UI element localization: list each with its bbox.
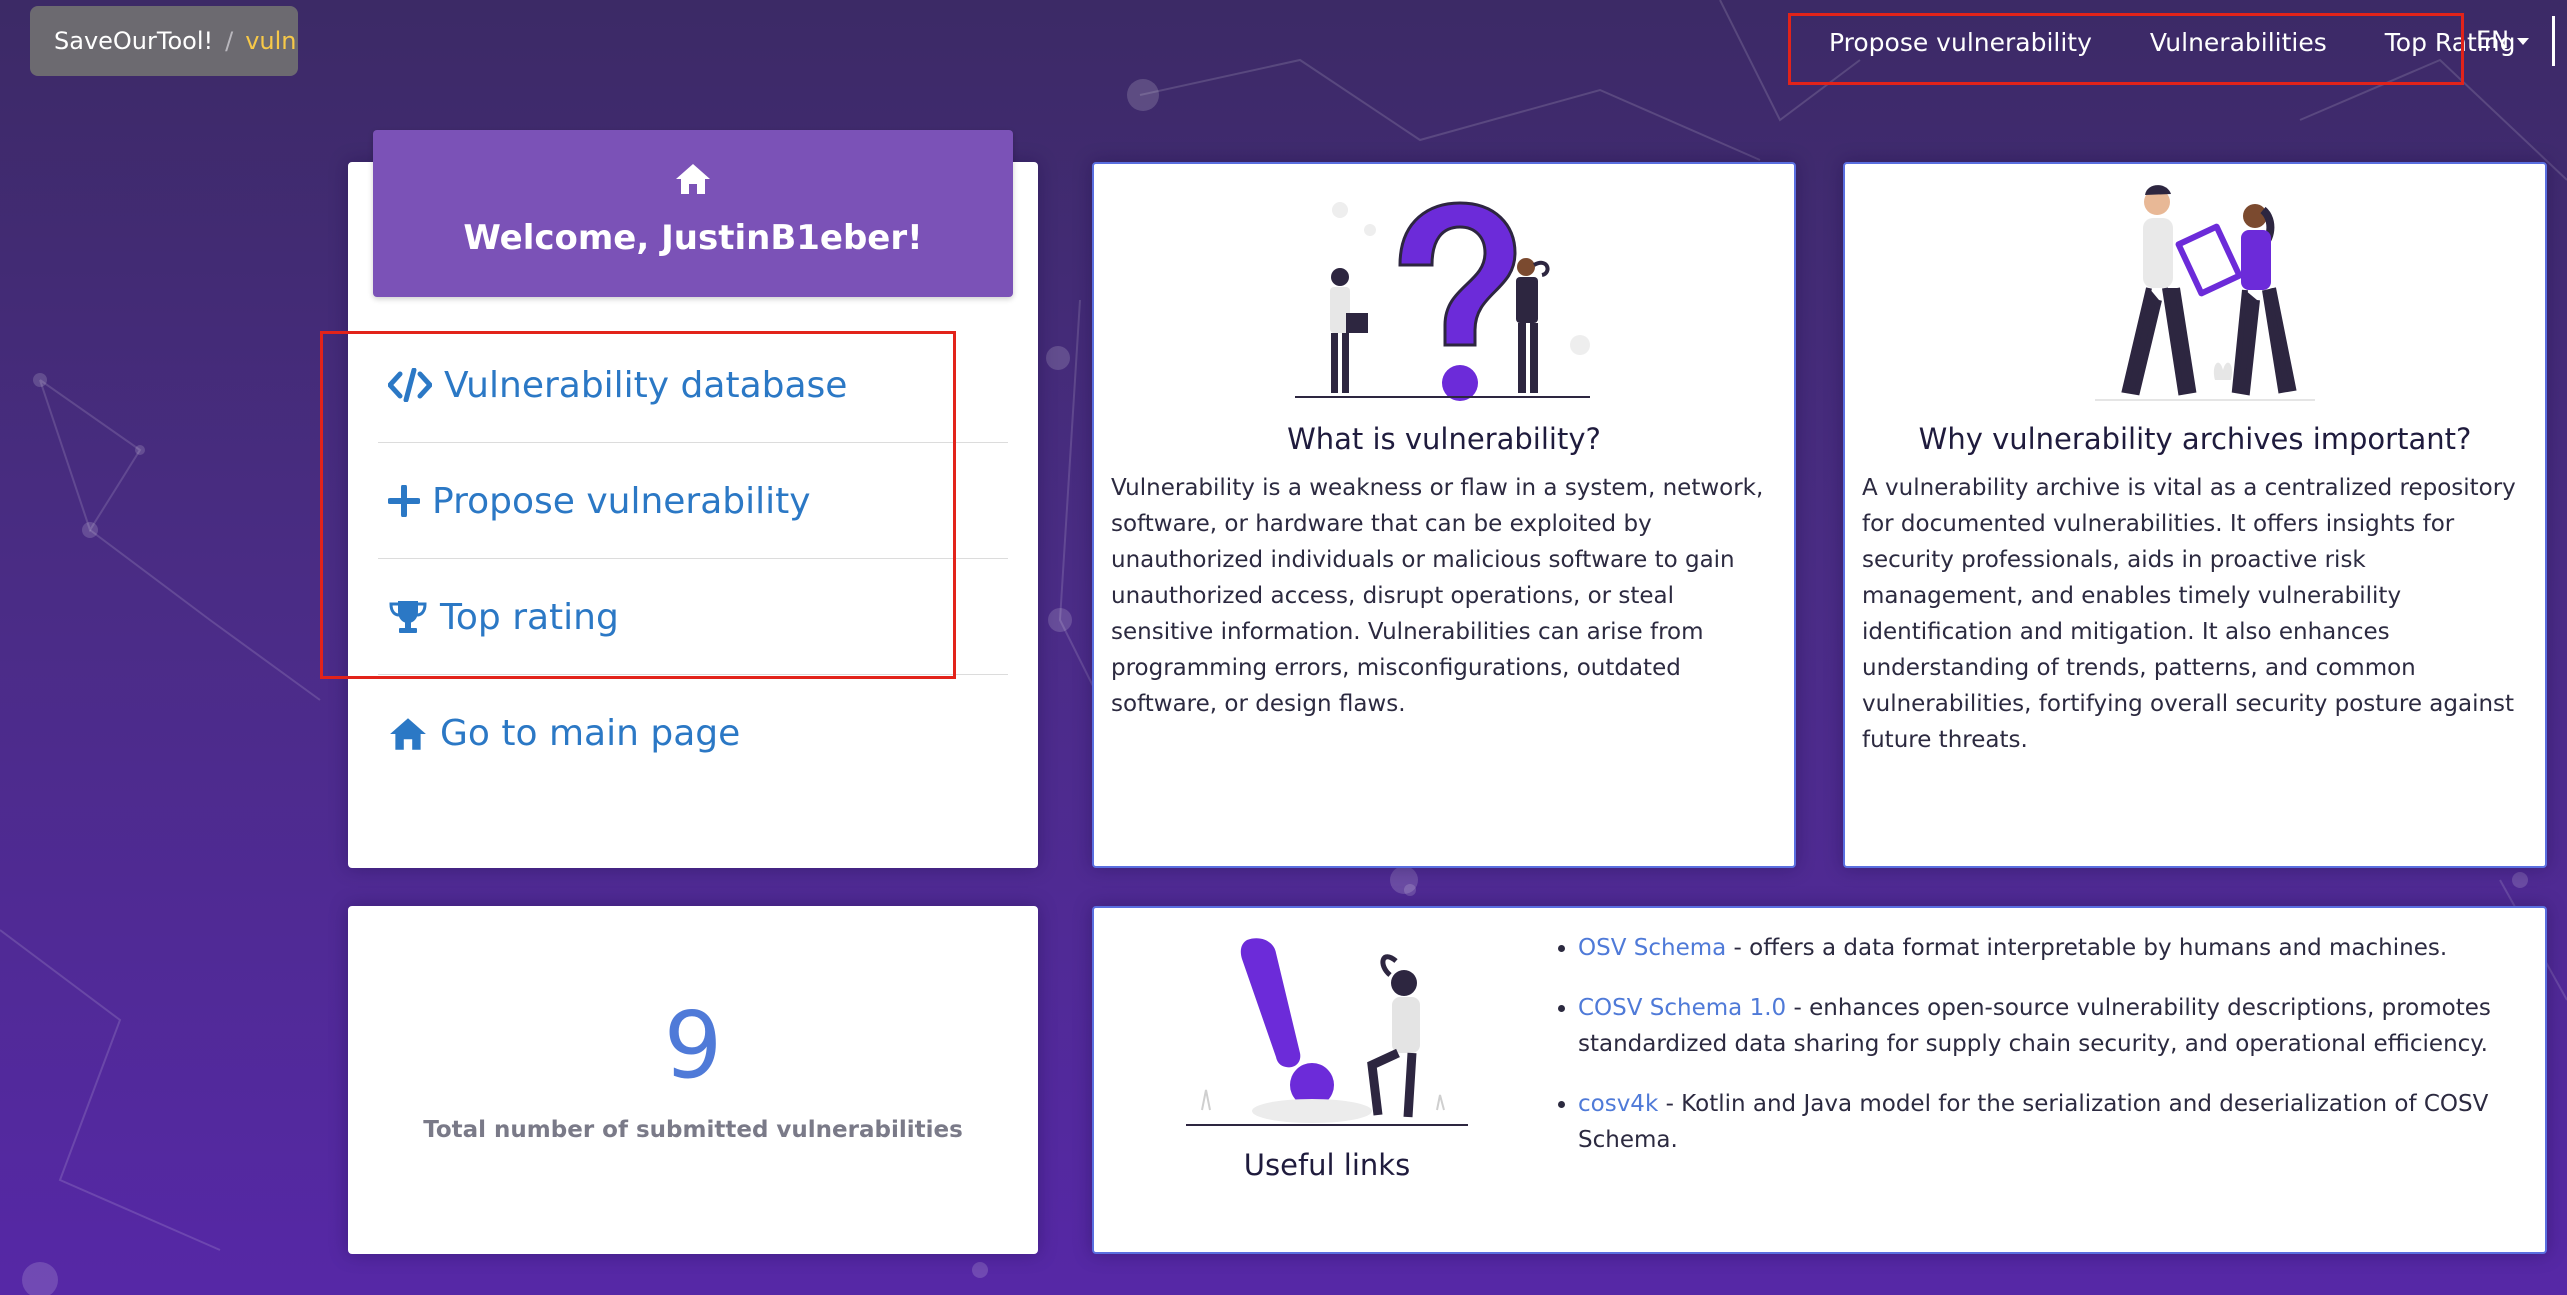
exclamation-illustration-icon <box>1186 938 1468 1126</box>
counter-value: 9 <box>663 992 723 1099</box>
why-archives-text: A vulnerability archive is vital as a ce… <box>1862 475 2516 753</box>
language-label: EN <box>2476 26 2510 54</box>
welcome-header: Welcome, JustinB1eber! <box>373 130 1013 297</box>
highlight-box-menu <box>320 331 956 679</box>
brand-name[interactable]: SaveOurTool! <box>54 27 213 55</box>
language-selector[interactable]: EN <box>2476 26 2530 54</box>
list-item: cosv4k - Kotlin and Java model for the s… <box>1578 1086 2538 1158</box>
link-cosv-schema[interactable]: COSV Schema 1.0 <box>1578 995 1786 1021</box>
why-archives-title: Why vulnerability archives important? <box>1918 422 2472 456</box>
link-osv-schema[interactable]: OSV Schema <box>1578 935 1726 961</box>
link-cosv4k[interactable]: cosv4k <box>1578 1091 1658 1117</box>
vulnerability-counter: 9 Total number of submitted vulnerabilit… <box>348 992 1038 1143</box>
question-illustration-icon <box>1295 201 1590 401</box>
breadcrumb-separator: / <box>225 27 234 55</box>
what-is-vulnerability-title: What is vulnerability? <box>1287 422 1601 456</box>
useful-links-list: OSV Schema - offers a data format interp… <box>1548 930 2538 1182</box>
breadcrumb-current[interactable]: vuln <box>245 27 296 55</box>
list-item: OSV Schema - offers a data format interp… <box>1578 930 2538 966</box>
menu-label: Go to main page <box>440 713 741 754</box>
home-icon <box>373 162 1013 200</box>
nav-divider <box>2552 16 2555 66</box>
brand-breadcrumb[interactable]: SaveOurTool! / vuln <box>30 6 298 76</box>
highlight-box-nav <box>1788 13 2464 85</box>
useful-links-title: Useful links <box>1243 1148 1411 1182</box>
menu-go-to-main-page[interactable]: Go to main page <box>378 676 1008 791</box>
home-icon <box>390 717 426 750</box>
caret-down-icon <box>2517 37 2530 45</box>
link-description: - offers a data format interpretable by … <box>1726 935 2448 961</box>
counter-label: Total number of submitted vulnerabilitie… <box>423 1117 963 1143</box>
link-description: - Kotlin and Java model for the serializ… <box>1578 1091 2489 1153</box>
document-review-illustration-icon <box>2095 185 2315 401</box>
what-is-vulnerability-text: Vulnerability is a weakness or flaw in a… <box>1111 475 1764 717</box>
list-item: COSV Schema 1.0 - enhances open-source v… <box>1578 990 2538 1062</box>
welcome-title: Welcome, JustinB1eber! <box>463 218 923 258</box>
